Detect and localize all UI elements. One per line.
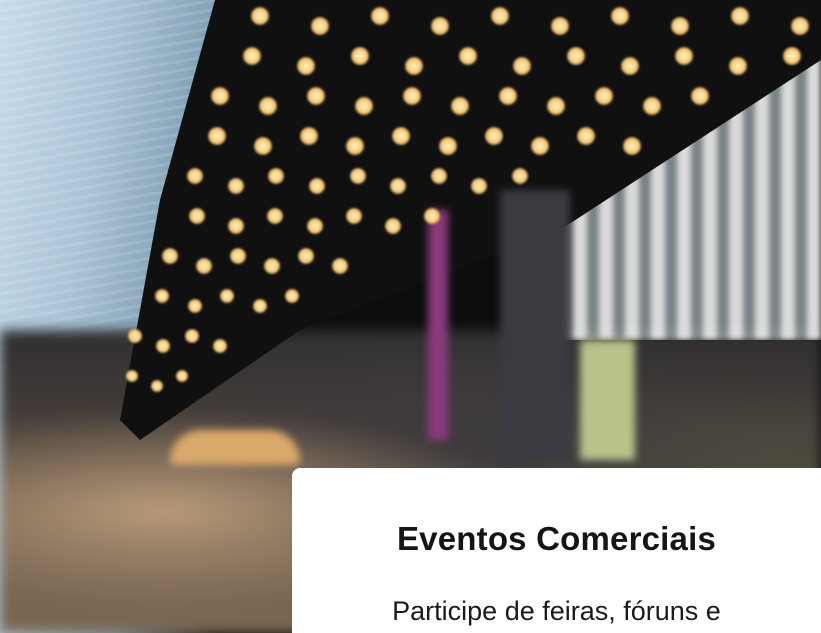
ceiling-light bbox=[691, 87, 709, 105]
ceiling-light bbox=[151, 380, 163, 392]
card-description: Participe de feiras, fóruns e bbox=[392, 596, 721, 626]
ceiling-light bbox=[306, 218, 323, 234]
ceiling-light bbox=[208, 127, 226, 145]
ceiling-light bbox=[332, 258, 348, 274]
ceiling-light bbox=[671, 17, 689, 35]
ceiling-light bbox=[220, 289, 234, 303]
ceiling-light bbox=[355, 97, 373, 115]
ceiling-light bbox=[126, 370, 138, 382]
ceiling-light bbox=[211, 87, 229, 105]
ceiling-light bbox=[243, 47, 261, 65]
ceiling-light bbox=[595, 87, 613, 105]
ceiling-light bbox=[621, 57, 639, 75]
ceiling-light bbox=[390, 178, 407, 194]
ceiling-light bbox=[252, 299, 267, 313]
ceiling-light bbox=[187, 168, 203, 184]
ceiling-light bbox=[611, 7, 629, 25]
ceiling-light bbox=[264, 258, 280, 274]
hero-section: Eventos Comerciais Participe de feiras, … bbox=[0, 0, 821, 633]
ceiling-light bbox=[311, 17, 329, 35]
ceiling-light bbox=[259, 97, 277, 115]
ceiling-light bbox=[675, 47, 693, 65]
ceiling-light bbox=[189, 208, 205, 224]
ceiling-light bbox=[424, 208, 440, 224]
event-card: Eventos Comerciais Participe de feiras, … bbox=[292, 468, 821, 633]
ceiling-light bbox=[431, 17, 449, 35]
ceiling-light bbox=[405, 57, 423, 75]
ceiling-light bbox=[623, 137, 641, 155]
ceiling-light bbox=[430, 168, 447, 184]
ceiling-light bbox=[576, 127, 595, 145]
umbrella bbox=[170, 430, 300, 465]
stand-banner bbox=[580, 340, 635, 460]
ceiling-light bbox=[227, 178, 244, 194]
ceiling-light bbox=[459, 47, 477, 65]
ceiling-light bbox=[196, 258, 212, 274]
ceiling-light bbox=[307, 87, 325, 105]
stand-pillar bbox=[500, 190, 570, 460]
ceiling-light bbox=[128, 329, 142, 343]
ceiling-light bbox=[530, 137, 549, 155]
ceiling-light bbox=[213, 339, 227, 353]
ceiling-light bbox=[729, 57, 747, 75]
ceiling-light bbox=[230, 248, 246, 264]
ceiling-light bbox=[297, 57, 315, 75]
ceiling-light bbox=[491, 7, 509, 25]
ceiling-light bbox=[499, 87, 517, 105]
ceiling-light bbox=[285, 289, 299, 303]
ceiling-light bbox=[791, 17, 809, 35]
ceiling-light bbox=[384, 218, 401, 234]
ceiling-light bbox=[513, 57, 531, 75]
ceiling-light bbox=[345, 208, 362, 224]
ceiling-light bbox=[184, 329, 199, 343]
ceiling-light bbox=[451, 97, 469, 115]
ceiling-light bbox=[308, 178, 325, 194]
ceiling-light bbox=[176, 370, 188, 382]
ceiling-light bbox=[567, 47, 585, 65]
magenta-pillar bbox=[428, 210, 448, 440]
ceiling-light bbox=[349, 168, 366, 184]
ceiling-light bbox=[371, 7, 389, 25]
ceiling-light bbox=[783, 47, 801, 65]
ceiling-light bbox=[403, 87, 421, 105]
ceiling-light bbox=[551, 17, 569, 35]
ceiling-light bbox=[547, 97, 565, 115]
card-title: Eventos Comerciais bbox=[396, 520, 717, 557]
ceiling-light bbox=[484, 127, 503, 145]
ceiling-light bbox=[298, 248, 314, 264]
ceiling-light bbox=[512, 168, 528, 184]
ceiling-light bbox=[251, 7, 269, 25]
ceiling-light bbox=[187, 299, 202, 313]
ceiling-light bbox=[162, 248, 178, 264]
ceiling-light bbox=[254, 137, 273, 155]
ceiling-light bbox=[438, 137, 457, 155]
ceiling-light bbox=[643, 97, 661, 115]
ceiling-light bbox=[351, 47, 369, 65]
ceiling-light bbox=[155, 289, 169, 303]
ceiling-light bbox=[731, 7, 749, 25]
